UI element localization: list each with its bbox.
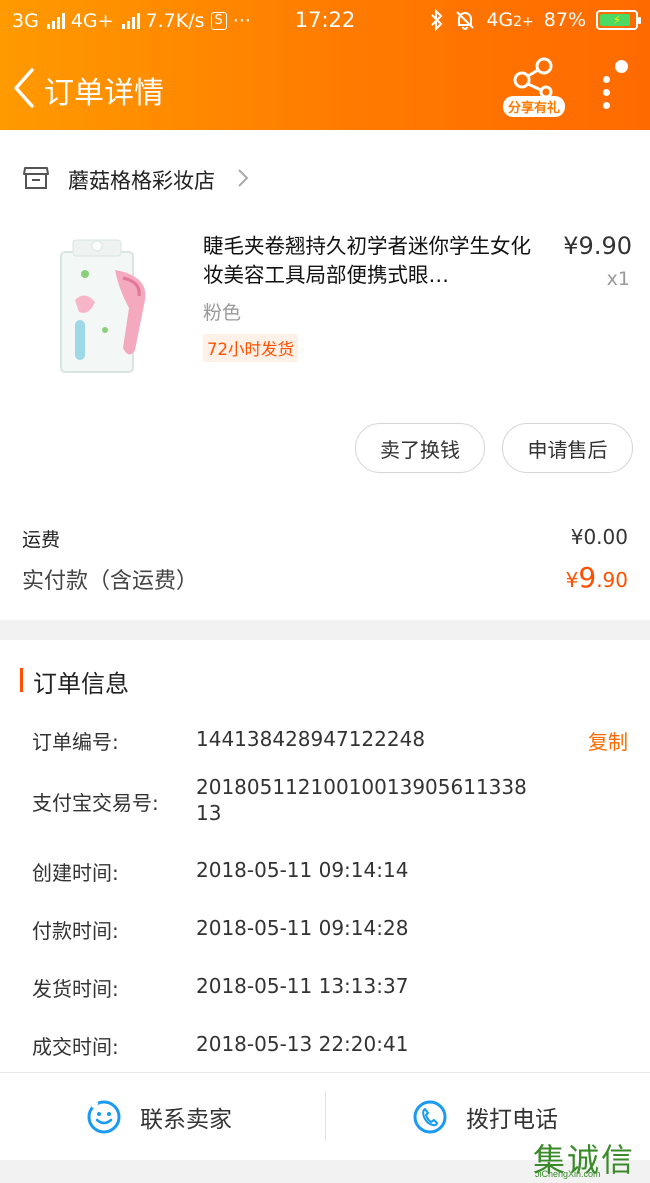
paid-time-value: 2018-05-11 09:14:28	[196, 916, 409, 940]
nav-header: 订单详情 分享有礼	[0, 44, 650, 130]
chevron-right-icon	[238, 169, 249, 187]
page-title: 订单详情	[44, 76, 164, 111]
contact-seller-button[interactable]: 联系卖家	[86, 1073, 232, 1161]
after-sale-button[interactable]: 申请售后	[502, 423, 633, 473]
call-phone-label: 拨打电话	[466, 1107, 558, 1133]
info-label: 付款时间:	[32, 919, 119, 943]
watermark-logo: 集诚信 JiChengXin.com	[533, 1135, 650, 1183]
shipping-fee-label: 运费	[22, 529, 61, 551]
bluetooth-icon	[431, 9, 443, 31]
chat-face-icon	[87, 1100, 121, 1134]
status-right: 4G2+ 87% ⚡	[430, 9, 641, 31]
battery-percent: 87%	[543, 9, 586, 31]
status-bar: 3G 4G+ 7.7K/s S ··· 17:22 4G2+ 87% ⚡	[0, 0, 650, 44]
app-header-bar: 3G 4G+ 7.7K/s S ··· 17:22 4G2+ 87% ⚡ 订单详…	[0, 0, 650, 130]
completed-time-value: 2018-05-13 22:20:41	[196, 1032, 409, 1056]
watermark-url: JiChengXin.com	[535, 1169, 601, 1179]
more-menu-button[interactable]	[595, 54, 635, 110]
shipping-fee-value: ¥0.00	[570, 525, 628, 549]
product-image[interactable]	[45, 230, 163, 390]
info-label: 支付宝交易号:	[32, 791, 159, 815]
shipping-promise-badge: 72小时发货	[203, 334, 298, 362]
more-dot-icon	[603, 89, 610, 96]
phone-icon	[413, 1100, 447, 1134]
battery-icon: ⚡	[596, 10, 641, 30]
share-icon	[513, 57, 553, 99]
info-label: 订单编号:	[32, 730, 119, 754]
more-dot-icon	[603, 102, 610, 109]
copy-button[interactable]: 复制	[588, 726, 628, 755]
share-reward-label: 分享有礼	[503, 96, 566, 117]
order-info-header: 订单信息	[0, 640, 650, 720]
back-arrow-icon[interactable]	[10, 66, 40, 110]
alipay-trade-value: 2018051121001001390561133813	[196, 775, 527, 825]
paid-amount-label: 实付款（含运费）	[22, 569, 199, 594]
shipped-time-value: 2018-05-11 13:13:37	[196, 974, 409, 998]
mute-bell-icon	[456, 11, 475, 30]
more-dot-icon	[603, 76, 610, 83]
created-time-value: 2018-05-11 09:14:14	[196, 858, 409, 882]
share-button[interactable]: 分享有礼	[500, 56, 566, 120]
order-item-card: 蘑菇格格彩妆店 睫毛夹卷翘持久初学者迷你学生女化妆美容工具局部便携式眼… ¥9.…	[0, 130, 650, 620]
section-accent-bar	[20, 668, 23, 692]
info-label: 发货时间:	[32, 977, 119, 1001]
sell-for-cash-button[interactable]: 卖了换钱	[355, 423, 485, 473]
info-label: 创建时间:	[32, 861, 119, 885]
paid-amount-row: 实付款（含运费） ¥9.90	[22, 561, 628, 599]
order-info-card: 订单信息 订单编号: 144138428947122248 复制 支付宝交易号:…	[0, 640, 650, 1072]
divider	[325, 1091, 326, 1141]
product-title[interactable]: 睫毛夹卷翘持久初学者迷你学生女化妆美容工具局部便携式眼…	[203, 232, 538, 290]
notification-dot-icon	[615, 60, 628, 73]
order-number-value: 144138428947122248	[196, 727, 426, 751]
shop-name[interactable]: 蘑菇格格彩妆店	[68, 165, 215, 195]
network-type-3: 4G2+	[486, 9, 534, 31]
contact-seller-label: 联系卖家	[140, 1107, 232, 1133]
shipping-fee-row: 运费 ¥0.00	[22, 525, 628, 555]
paid-amount-value: ¥9.90	[565, 561, 628, 594]
shop-icon	[23, 167, 49, 189]
info-label: 成交时间:	[32, 1035, 119, 1059]
product-price: ¥9.90	[563, 232, 632, 260]
product-quantity: x1	[606, 268, 630, 290]
section-title: 订单信息	[33, 670, 129, 698]
shop-row[interactable]: 蘑菇格格彩妆店	[0, 130, 650, 230]
product-sku: 粉色	[203, 302, 242, 324]
